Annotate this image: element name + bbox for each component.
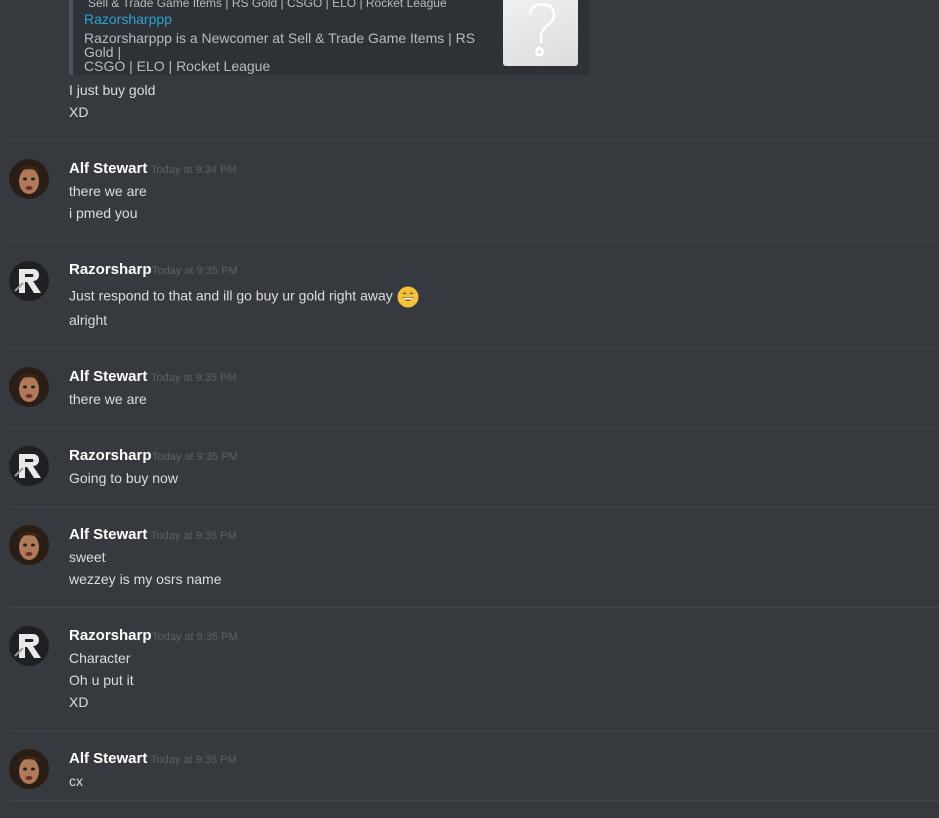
avatar-razorsharp[interactable] bbox=[9, 626, 49, 666]
message-divider bbox=[10, 241, 939, 242]
message-divider bbox=[10, 800, 939, 801]
message-text: sweet bbox=[69, 549, 106, 565]
message-text: XD bbox=[69, 104, 89, 120]
message-divider bbox=[10, 348, 939, 349]
avatar-razorsharp[interactable] bbox=[9, 261, 49, 301]
message-text: Going to buy now bbox=[69, 470, 178, 486]
message-divider bbox=[10, 427, 939, 428]
question-mark-icon bbox=[528, 3, 556, 57]
user-photo-icon bbox=[9, 749, 49, 789]
user-photo-icon bbox=[9, 367, 49, 407]
avatar-alf-stewart[interactable] bbox=[9, 749, 49, 789]
message-timestamp: Today at 9:35 PM bbox=[151, 530, 237, 542]
message-text: I just buy gold bbox=[69, 82, 156, 98]
message-text: Character bbox=[69, 650, 131, 666]
message-text-line: Just respond to that and ill go buy ur g… bbox=[69, 286, 419, 308]
message-author[interactable]: Razorsharp bbox=[69, 627, 152, 645]
message-author[interactable]: Alf Stewart bbox=[69, 368, 147, 386]
avatar-razorsharp[interactable] bbox=[9, 446, 49, 486]
message-timestamp: Today at 9:34 PM bbox=[151, 164, 237, 176]
message-author[interactable]: Alf Stewart bbox=[69, 526, 147, 544]
message-divider bbox=[10, 607, 939, 608]
embed-description: Razorsharppp is a Newcomer at Sell & Tra… bbox=[84, 31, 489, 73]
message-text: wezzey is my osrs name bbox=[69, 571, 222, 587]
embed-description-line: CSGO | ELO | Rocket League bbox=[84, 58, 271, 74]
avatar-alf-stewart[interactable] bbox=[9, 367, 49, 407]
message-author[interactable]: Razorsharp bbox=[69, 261, 152, 279]
message-timestamp: Today at 9:35 PM bbox=[151, 754, 237, 766]
r-logo-icon bbox=[9, 626, 49, 666]
r-logo-icon bbox=[9, 446, 49, 486]
message-author[interactable]: Razorsharp bbox=[69, 447, 152, 465]
message-author[interactable]: Alf Stewart bbox=[69, 750, 147, 768]
embed-thumbnail[interactable] bbox=[503, 0, 578, 66]
embed-title-link[interactable]: Razorsharppp bbox=[84, 11, 172, 27]
message-divider bbox=[10, 506, 939, 507]
avatar-alf-stewart[interactable] bbox=[9, 159, 49, 199]
message-text: Just respond to that and ill go buy ur g… bbox=[69, 287, 393, 304]
message-text: i pmed you bbox=[69, 205, 138, 221]
message-divider bbox=[10, 730, 939, 731]
message-text: Oh u put it bbox=[69, 672, 134, 688]
embed-description-line: Razorsharppp is a Newcomer at Sell & Tra… bbox=[84, 30, 476, 60]
embed-provider-text: Sell & Trade Game Items | RS Gold | CSGO… bbox=[88, 0, 447, 10]
message-timestamp: Today at 9:35 PM bbox=[152, 451, 238, 463]
message-text: XD bbox=[69, 694, 89, 710]
message-timestamp: Today at 9:35 PM bbox=[151, 372, 237, 384]
message-divider bbox=[10, 140, 939, 141]
avatar-alf-stewart[interactable] bbox=[9, 525, 49, 565]
user-photo-icon bbox=[9, 159, 49, 199]
message-timestamp: Today at 9:35 PM bbox=[152, 631, 238, 643]
user-photo-icon bbox=[9, 525, 49, 565]
message-timestamp: Today at 9:35 PM bbox=[152, 265, 238, 277]
message-author[interactable]: Alf Stewart bbox=[69, 160, 147, 178]
grinning-face-emoji-icon[interactable] bbox=[397, 286, 419, 308]
message-text: there we are bbox=[69, 183, 147, 199]
chat-message-list[interactable]: Sell & Trade Game Items | RS Gold | CSGO… bbox=[0, 0, 939, 818]
link-embed: Sell & Trade Game Items | RS Gold | CSGO… bbox=[69, 0, 589, 75]
message-text: alright bbox=[69, 312, 108, 328]
message-text: cx bbox=[69, 773, 83, 789]
r-logo-icon bbox=[9, 261, 49, 301]
message-text: there we are bbox=[69, 391, 147, 407]
